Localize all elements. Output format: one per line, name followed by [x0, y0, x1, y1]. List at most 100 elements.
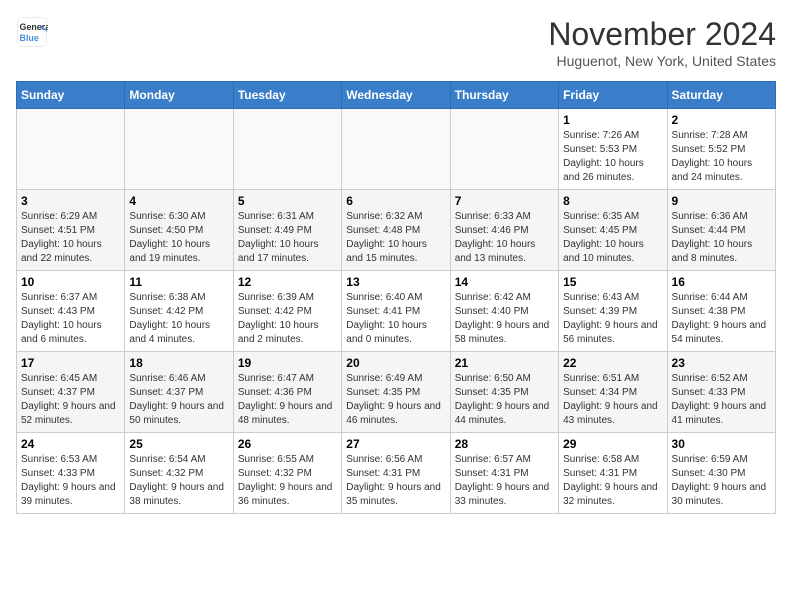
day-cell: 13 Sunrise: 6:40 AM Sunset: 4:41 PM Dayli… — [342, 271, 450, 352]
day-number: 29 — [563, 437, 662, 451]
day-cell — [125, 109, 233, 190]
day-number: 8 — [563, 194, 662, 208]
day-cell: 8 Sunrise: 6:35 AM Sunset: 4:45 PM Daylig… — [559, 190, 667, 271]
day-number: 19 — [238, 356, 337, 370]
day-number: 18 — [129, 356, 228, 370]
day-cell: 20Sunrise: 6:49 AM Sunset: 4:35 PM Dayli… — [342, 352, 450, 433]
week-row-5: 24Sunrise: 6:53 AM Sunset: 4:33 PM Dayli… — [17, 433, 776, 514]
day-info: Sunrise: 6:42 AM Sunset: 4:40 PM Dayligh… — [455, 291, 554, 347]
day-cell: 22 Sunrise: 6:51 AM Sunset: 4:34 PM Dayli… — [559, 352, 667, 433]
day-number: 30 — [672, 437, 771, 451]
day-info: Sunrise: 6:40 AM Sunset: 4:41 PM Dayligh… — [346, 291, 445, 347]
day-cell: 24Sunrise: 6:53 AM Sunset: 4:33 PM Dayli… — [17, 433, 125, 514]
day-number: 22 — [563, 356, 662, 370]
day-info: Sunrise: 6:38 AM Sunset: 4:42 PM Dayligh… — [129, 291, 228, 347]
day-cell: 14 Sunrise: 6:42 AM Sunset: 4:40 PM Dayli… — [450, 271, 558, 352]
header-row: SundayMondayTuesdayWednesdayThursdayFrid… — [17, 82, 776, 109]
day-cell: 25 Sunrise: 6:54 AM Sunset: 4:32 PM Dayli… — [125, 433, 233, 514]
day-header-sunday: Sunday — [17, 82, 125, 109]
day-number: 16 — [672, 275, 771, 289]
day-number: 15 — [563, 275, 662, 289]
day-cell: 4 Sunrise: 6:30 AM Sunset: 4:50 PM Daylig… — [125, 190, 233, 271]
day-cell: 19 Sunrise: 6:47 AM Sunset: 4:36 PM Dayli… — [233, 352, 341, 433]
day-info: Sunrise: 6:29 AM Sunset: 4:51 PM Dayligh… — [21, 210, 120, 266]
day-cell: 7 Sunrise: 6:33 AM Sunset: 4:46 PM Daylig… — [450, 190, 558, 271]
day-info: Sunrise: 6:32 AM Sunset: 4:48 PM Dayligh… — [346, 210, 445, 266]
day-info: Sunrise: 6:35 AM Sunset: 4:45 PM Dayligh… — [563, 210, 662, 266]
day-number: 14 — [455, 275, 554, 289]
day-info: Sunrise: 6:37 AM Sunset: 4:43 PM Dayligh… — [21, 291, 120, 347]
logo: General Blue — [16, 16, 48, 48]
day-info: Sunrise: 6:30 AM Sunset: 4:50 PM Dayligh… — [129, 210, 228, 266]
svg-text:General: General — [20, 22, 48, 32]
day-cell — [233, 109, 341, 190]
day-info: Sunrise: 6:52 AM Sunset: 4:33 PM Dayligh… — [672, 372, 771, 428]
day-cell: 9Sunrise: 6:36 AM Sunset: 4:44 PM Daylig… — [667, 190, 775, 271]
title-block: November 2024 Huguenot, New York, United… — [548, 16, 776, 69]
day-info: Sunrise: 6:44 AM Sunset: 4:38 PM Dayligh… — [672, 291, 771, 347]
week-row-3: 10 Sunrise: 6:37 AM Sunset: 4:43 PM Dayli… — [17, 271, 776, 352]
day-info: Sunrise: 7:28 AM Sunset: 5:52 PM Dayligh… — [672, 129, 771, 185]
day-info: Sunrise: 6:49 AM Sunset: 4:35 PM Dayligh… — [346, 372, 445, 428]
page-header: General Blue November 2024 Huguenot, New… — [16, 16, 776, 69]
day-number: 1 — [563, 113, 662, 127]
day-cell: 21 Sunrise: 6:50 AM Sunset: 4:35 PM Dayli… — [450, 352, 558, 433]
logo-icon: General Blue — [16, 16, 48, 48]
day-header-thursday: Thursday — [450, 82, 558, 109]
day-cell: 28Sunrise: 6:57 AM Sunset: 4:31 PM Dayli… — [450, 433, 558, 514]
day-number: 23 — [672, 356, 771, 370]
day-cell: 6Sunrise: 6:32 AM Sunset: 4:48 PM Daylig… — [342, 190, 450, 271]
day-cell: 1 Sunrise: 7:26 AM Sunset: 5:53 PM Daylig… — [559, 109, 667, 190]
day-info: Sunrise: 6:55 AM Sunset: 4:32 PM Dayligh… — [238, 453, 337, 509]
day-number: 27 — [346, 437, 445, 451]
day-header-wednesday: Wednesday — [342, 82, 450, 109]
day-info: Sunrise: 6:50 AM Sunset: 4:35 PM Dayligh… — [455, 372, 554, 428]
day-number: 3 — [21, 194, 120, 208]
day-cell: 23 Sunrise: 6:52 AM Sunset: 4:33 PM Dayli… — [667, 352, 775, 433]
day-info: Sunrise: 6:36 AM Sunset: 4:44 PM Dayligh… — [672, 210, 771, 266]
day-number: 2 — [672, 113, 771, 127]
svg-text:Blue: Blue — [20, 33, 39, 43]
day-cell — [342, 109, 450, 190]
day-number: 11 — [129, 275, 228, 289]
day-info: Sunrise: 6:39 AM Sunset: 4:42 PM Dayligh… — [238, 291, 337, 347]
day-info: Sunrise: 6:54 AM Sunset: 4:32 PM Dayligh… — [129, 453, 228, 509]
day-number: 17 — [21, 356, 120, 370]
day-cell — [17, 109, 125, 190]
day-number: 4 — [129, 194, 228, 208]
day-cell: 27Sunrise: 6:56 AM Sunset: 4:31 PM Dayli… — [342, 433, 450, 514]
day-cell: 2 Sunrise: 7:28 AM Sunset: 5:52 PM Daylig… — [667, 109, 775, 190]
day-header-saturday: Saturday — [667, 82, 775, 109]
day-info: Sunrise: 6:43 AM Sunset: 4:39 PM Dayligh… — [563, 291, 662, 347]
day-number: 28 — [455, 437, 554, 451]
day-cell: 30 Sunrise: 6:59 AM Sunset: 4:30 PM Dayli… — [667, 433, 775, 514]
day-info: Sunrise: 6:47 AM Sunset: 4:36 PM Dayligh… — [238, 372, 337, 428]
day-info: Sunrise: 6:51 AM Sunset: 4:34 PM Dayligh… — [563, 372, 662, 428]
day-cell: 5Sunrise: 6:31 AM Sunset: 4:49 PM Daylig… — [233, 190, 341, 271]
day-header-tuesday: Tuesday — [233, 82, 341, 109]
day-number: 25 — [129, 437, 228, 451]
day-cell: 10 Sunrise: 6:37 AM Sunset: 4:43 PM Dayli… — [17, 271, 125, 352]
day-cell: 12 Sunrise: 6:39 AM Sunset: 4:42 PM Dayli… — [233, 271, 341, 352]
calendar-table: SundayMondayTuesdayWednesdayThursdayFrid… — [16, 81, 776, 514]
day-info: Sunrise: 6:58 AM Sunset: 4:31 PM Dayligh… — [563, 453, 662, 509]
day-number: 24 — [21, 437, 120, 451]
day-info: Sunrise: 7:26 AM Sunset: 5:53 PM Dayligh… — [563, 129, 662, 185]
day-cell: 29 Sunrise: 6:58 AM Sunset: 4:31 PM Dayli… — [559, 433, 667, 514]
day-cell: 26Sunrise: 6:55 AM Sunset: 4:32 PM Dayli… — [233, 433, 341, 514]
day-info: Sunrise: 6:59 AM Sunset: 4:30 PM Dayligh… — [672, 453, 771, 509]
day-number: 7 — [455, 194, 554, 208]
day-number: 10 — [21, 275, 120, 289]
day-number: 12 — [238, 275, 337, 289]
month-title: November 2024 — [548, 16, 776, 53]
day-cell: 17 Sunrise: 6:45 AM Sunset: 4:37 PM Dayli… — [17, 352, 125, 433]
day-info: Sunrise: 6:46 AM Sunset: 4:37 PM Dayligh… — [129, 372, 228, 428]
day-cell: 11 Sunrise: 6:38 AM Sunset: 4:42 PM Dayli… — [125, 271, 233, 352]
week-row-1: 1 Sunrise: 7:26 AM Sunset: 5:53 PM Daylig… — [17, 109, 776, 190]
day-info: Sunrise: 6:45 AM Sunset: 4:37 PM Dayligh… — [21, 372, 120, 428]
day-number: 13 — [346, 275, 445, 289]
day-info: Sunrise: 6:33 AM Sunset: 4:46 PM Dayligh… — [455, 210, 554, 266]
day-number: 5 — [238, 194, 337, 208]
day-number: 21 — [455, 356, 554, 370]
day-header-friday: Friday — [559, 82, 667, 109]
